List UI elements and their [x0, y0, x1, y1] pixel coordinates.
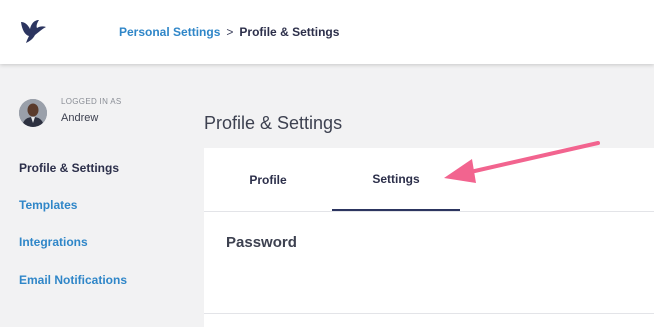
tab-divider	[204, 211, 654, 212]
tab-profile[interactable]: Profile	[204, 148, 332, 211]
sidebar-item-integrations[interactable]: Integrations	[19, 235, 88, 249]
user-name: Andrew	[61, 112, 99, 124]
page-title: Profile & Settings	[204, 113, 343, 133]
breadcrumb-parent-link[interactable]: Personal Settings	[119, 25, 220, 39]
top-bar: Personal Settings > Profile & Settings	[0, 0, 654, 64]
user-photo-icon	[19, 99, 47, 127]
sidebar-item-templates[interactable]: Templates	[19, 198, 77, 212]
breadcrumb-current: Profile & Settings	[239, 25, 340, 39]
annotation-arrow-icon	[444, 141, 600, 183]
sidebar-item-profile-settings[interactable]: Profile & Settings	[19, 161, 119, 175]
tab-profile-label: Profile	[249, 172, 287, 187]
logged-in-label: LOGGED IN AS	[61, 97, 122, 106]
section-divider	[204, 313, 654, 314]
avatar	[19, 99, 47, 127]
sidebar-item-email-notifications[interactable]: Email Notifications	[19, 273, 127, 287]
password-section-title: Password	[226, 234, 297, 251]
bird-logo-icon[interactable]	[19, 18, 47, 44]
breadcrumb: Personal Settings > Profile & Settings	[119, 25, 339, 39]
breadcrumb-separator: >	[226, 25, 234, 39]
tab-settings-label: Settings	[372, 171, 420, 186]
